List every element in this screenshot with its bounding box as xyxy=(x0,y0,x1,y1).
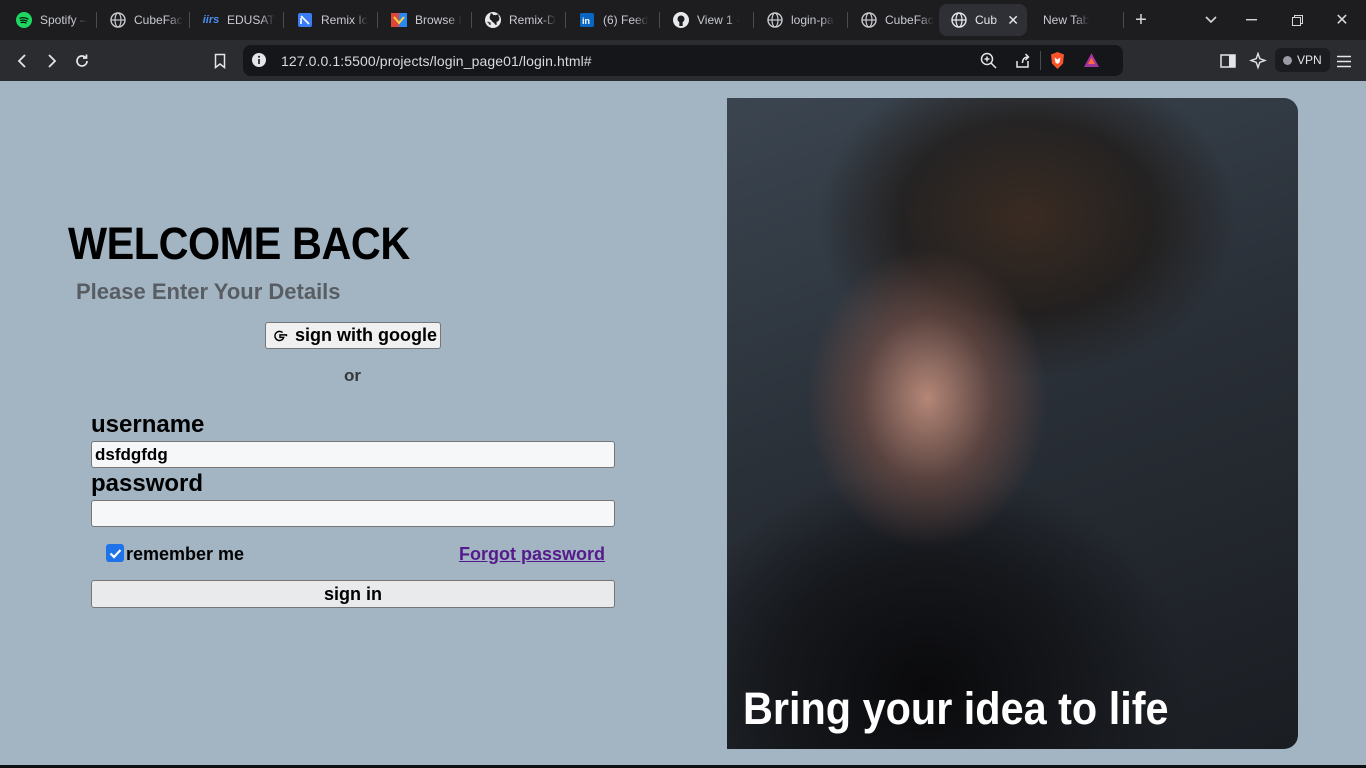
remix-icon xyxy=(297,12,313,28)
linkedin-icon: in xyxy=(579,12,595,28)
tab-title: New Tab xyxy=(1043,13,1090,27)
tab-search-chevron-icon[interactable] xyxy=(1199,8,1223,32)
tab-separator xyxy=(565,12,566,28)
google-button-label: sign with google xyxy=(295,325,437,345)
forward-icon[interactable] xyxy=(41,50,63,72)
browse-icon xyxy=(391,12,407,28)
tab-title: Remix-D xyxy=(509,13,556,27)
tab-separator xyxy=(377,12,378,28)
tab-spotify[interactable]: Spotify – xyxy=(4,4,92,36)
url-text: 127.0.0.1:5500/projects/login_page01/log… xyxy=(281,53,592,69)
hero-caption: Bring your idea to life xyxy=(743,683,1169,734)
username-input[interactable] xyxy=(91,441,615,468)
page-title: WELCOME BACK xyxy=(68,218,410,269)
tab-separator xyxy=(1123,12,1124,28)
close-tab-icon[interactable]: ✕ xyxy=(1007,12,1019,29)
tab-edusat[interactable]: iirs EDUSAT xyxy=(191,4,279,36)
password-input[interactable] xyxy=(91,500,615,527)
tab-separator xyxy=(659,12,660,28)
password-label: password xyxy=(91,470,204,497)
restore-icon[interactable] xyxy=(1285,8,1309,32)
sidebar-icon[interactable] xyxy=(1217,50,1239,72)
new-tab-plus-icon[interactable]: + xyxy=(1129,8,1153,32)
tab-separator xyxy=(189,12,190,28)
tab-title: CubeFac xyxy=(134,13,183,27)
remember-me-label: remember me xyxy=(126,544,245,564)
menu-icon[interactable] xyxy=(1333,50,1355,72)
globe-icon xyxy=(110,12,126,28)
reload-icon[interactable] xyxy=(71,50,93,72)
tab-login-page[interactable]: login-pa xyxy=(755,4,843,36)
browser-toolbar: 127.0.0.1:5500/projects/login_page01/log… xyxy=(0,40,1366,81)
tab-title: login-pa xyxy=(791,13,834,27)
tab-linkedin-feed[interactable]: in (6) Feed xyxy=(567,4,655,36)
tab-title: EDUSAT xyxy=(227,13,275,27)
site-info-icon[interactable] xyxy=(252,53,266,72)
minimize-icon[interactable] xyxy=(1239,8,1263,32)
tab-remix-d[interactable]: Remix-D xyxy=(473,4,561,36)
brave-rewards-icon[interactable] xyxy=(1083,52,1100,73)
vpn-button[interactable]: VPN xyxy=(1275,48,1330,72)
tab-new-tab[interactable]: New Tab xyxy=(1031,4,1123,36)
tab-separator xyxy=(847,12,848,28)
sign-in-button[interactable]: sign in xyxy=(91,580,615,608)
tab-separator xyxy=(283,12,284,28)
login-page: WELCOME BACK Please Enter Your Details s… xyxy=(0,81,1366,765)
tab-view[interactable]: View 1 · xyxy=(661,4,749,36)
github-icon xyxy=(673,12,689,28)
tab-active[interactable]: Cub ✕ xyxy=(939,4,1027,36)
tab-title: Cub xyxy=(975,13,998,27)
tab-browse[interactable]: Browse I xyxy=(379,4,467,36)
tab-title: Spotify – xyxy=(40,13,87,27)
checkmark-icon xyxy=(109,548,121,559)
bookmark-icon[interactable] xyxy=(209,50,231,72)
share-icon[interactable] xyxy=(1014,52,1031,74)
username-label: username xyxy=(91,411,205,438)
back-icon[interactable] xyxy=(11,50,33,72)
tab-title: Remix Ic xyxy=(321,13,368,27)
tab-remix-icon[interactable]: Remix Ic xyxy=(285,4,373,36)
address-bar[interactable]: 127.0.0.1:5500/projects/login_page01/log… xyxy=(243,45,1123,76)
tab-cubefac-2[interactable]: CubeFac xyxy=(849,4,937,36)
globe-icon xyxy=(861,12,877,28)
iirs-icon: iirs xyxy=(202,14,220,26)
brave-shields-icon[interactable] xyxy=(1049,51,1066,75)
tab-cubefac[interactable]: CubeFac xyxy=(98,4,186,36)
tab-separator xyxy=(471,12,472,28)
svg-text:in: in xyxy=(582,16,590,26)
tab-title: Browse I xyxy=(415,13,462,27)
vpn-status-icon xyxy=(1283,55,1292,65)
google-icon xyxy=(271,327,289,345)
leo-ai-icon[interactable] xyxy=(1247,50,1269,72)
sign-in-with-google-button[interactable]: sign with google xyxy=(265,322,441,349)
tab-separator xyxy=(96,12,97,28)
github-icon xyxy=(485,12,501,28)
or-divider-text: or xyxy=(344,366,361,385)
globe-icon xyxy=(951,12,967,28)
tab-title: CubeFac xyxy=(885,13,934,27)
tab-title: (6) Feed xyxy=(603,13,649,27)
remember-me-checkbox[interactable] xyxy=(106,544,124,562)
vpn-label: VPN xyxy=(1297,53,1322,67)
tab-separator xyxy=(753,12,754,28)
close-window-icon[interactable]: ✕ xyxy=(1330,8,1354,32)
globe-icon xyxy=(767,12,783,28)
zoom-icon[interactable] xyxy=(980,52,997,74)
tab-strip: Spotify – CubeFac iirs EDUSAT Remix Ic B… xyxy=(0,0,1366,40)
spotify-icon xyxy=(16,12,32,28)
tab-title: View 1 · xyxy=(697,13,741,27)
toolbar-divider xyxy=(1040,51,1041,70)
hero-image: Bring your idea to life xyxy=(727,98,1298,749)
page-subtitle: Please Enter Your Details xyxy=(76,279,341,304)
forgot-password-link[interactable]: Forgot password xyxy=(459,544,605,565)
